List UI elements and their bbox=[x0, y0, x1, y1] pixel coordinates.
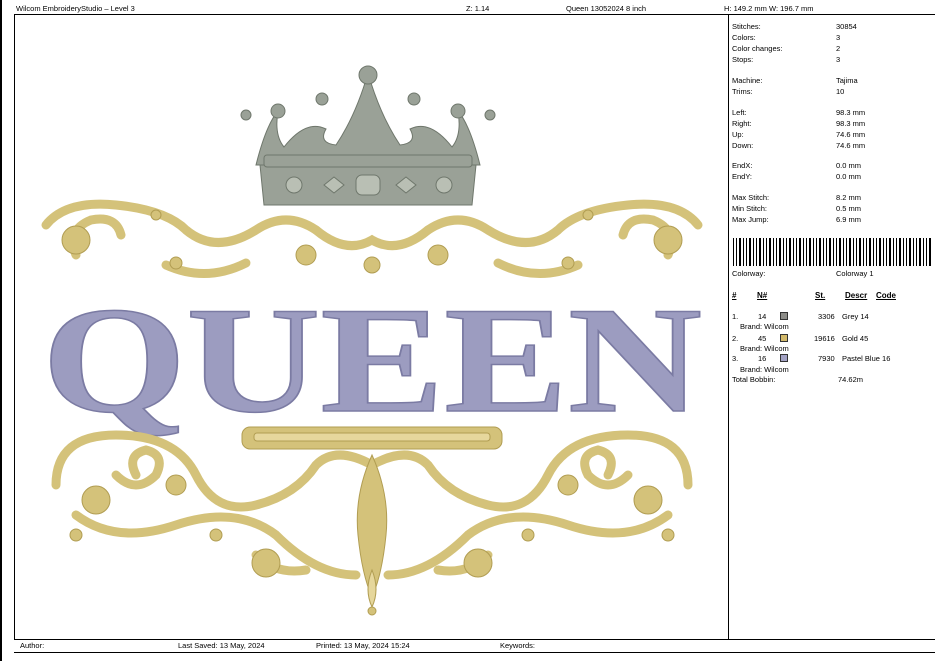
stat-max-stitch: Max Stitch: 8.2 mm bbox=[732, 193, 862, 202]
barcode-image bbox=[733, 238, 931, 266]
panel-separator bbox=[728, 14, 729, 639]
design-file-name: Queen 13052024 8 inch bbox=[566, 4, 647, 13]
design-word: QUEEN bbox=[42, 276, 702, 444]
col-header-code: Code bbox=[876, 291, 896, 300]
center-drop-ornament bbox=[356, 453, 388, 616]
printed-date: Printed: 13 May, 2024 15:24 bbox=[316, 641, 410, 650]
stat-max-jump: Max Jump: 6.9 mm bbox=[732, 215, 862, 224]
colorway-value: Colorway 1 bbox=[836, 269, 874, 278]
window-left-edge bbox=[0, 0, 2, 661]
thread-brand: Brand: Wilcom bbox=[740, 344, 789, 353]
stat-endx: EndX: 0.0 mm bbox=[732, 161, 862, 170]
app-title: Wilcom EmbroideryStudio – Level 3 bbox=[16, 4, 135, 13]
total-bobbin-row: Total Bobbin: 74.62m bbox=[732, 375, 932, 385]
keywords-label: Keywords: bbox=[500, 641, 536, 650]
embroidery-design-preview: QUEEN bbox=[41, 65, 703, 616]
footer-divider bbox=[14, 639, 935, 640]
stat-stitches: Stitches: 30854 bbox=[732, 22, 857, 31]
last-saved: Last Saved: 13 May, 2024 bbox=[178, 641, 265, 650]
thread-row: 1. 14 3306 Grey 14 bbox=[732, 312, 869, 321]
stat-color-changes: Color changes: 2 bbox=[732, 44, 841, 53]
author-label: Author: bbox=[20, 641, 45, 650]
thread-brand: Brand: Wilcom bbox=[740, 322, 789, 331]
worksheet-footer: Author: Last Saved: 13 May, 2024 Printed… bbox=[16, 641, 935, 651]
thread-row: 2. 45 19616 Gold 45 bbox=[732, 334, 869, 343]
stat-right: Right: 98.3 mm bbox=[732, 119, 866, 128]
total-bobbin-label: Total Bobbin: bbox=[732, 375, 776, 384]
stat-left: Left: 98.3 mm bbox=[732, 108, 866, 117]
col-header-index: # bbox=[732, 291, 737, 300]
design-size: H: 149.2 mm W: 196.7 mm bbox=[724, 4, 814, 13]
total-bobbin-value: 74.62m bbox=[838, 375, 864, 384]
stat-min-stitch: Min Stitch: 0.5 mm bbox=[732, 204, 862, 213]
footer-bottom-line bbox=[14, 652, 935, 653]
thread-row: 3. 16 7930 Pastel Blue 16 bbox=[732, 354, 891, 363]
thread-swatch bbox=[780, 334, 788, 342]
thread-swatch bbox=[780, 312, 788, 320]
colorway-label: Colorway: bbox=[732, 269, 766, 278]
stat-machine: Machine: Tajima bbox=[732, 76, 858, 85]
zoom-level: Z: 1.14 bbox=[466, 4, 490, 13]
bottom-bar bbox=[241, 426, 503, 450]
stat-up: Up: 74.6 mm bbox=[732, 130, 866, 139]
stat-down: Down: 74.6 mm bbox=[732, 141, 866, 150]
worksheet-header: Wilcom EmbroideryStudio – Level 3 Z: 1.1… bbox=[16, 4, 935, 14]
col-header-n: N# bbox=[757, 291, 768, 300]
thread-brand: Brand: Wilcom bbox=[740, 365, 789, 374]
col-header-descr: Descr bbox=[845, 291, 868, 300]
stat-stops: Stops: 3 bbox=[732, 55, 841, 64]
stat-endy: EndY: 0.0 mm bbox=[732, 172, 862, 181]
col-header-stitches: St. bbox=[815, 291, 826, 300]
thread-swatch bbox=[780, 354, 788, 362]
stat-colors: Colors: 3 bbox=[732, 33, 841, 42]
stat-trims: Trims: 10 bbox=[732, 87, 845, 96]
